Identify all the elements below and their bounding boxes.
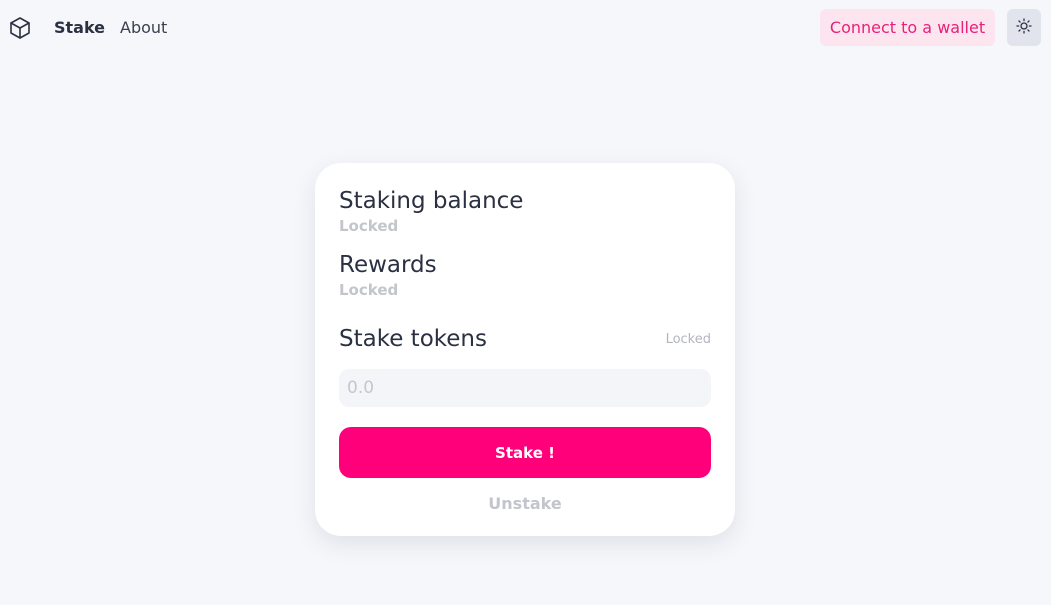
nav-link-stake[interactable]: Stake — [54, 17, 105, 39]
nav-link-about[interactable]: About — [120, 17, 167, 39]
stake-tokens-title: Stake tokens — [339, 326, 487, 352]
staking-balance-title: Staking balance — [339, 188, 524, 214]
stake-amount-input[interactable] — [339, 369, 711, 407]
connect-wallet-button[interactable]: Connect to a wallet — [820, 9, 995, 46]
cube-icon[interactable] — [8, 16, 32, 40]
unstake-button[interactable]: Unstake — [339, 491, 711, 515]
top-navbar: Stake About Connect to a wallet — [0, 0, 1051, 56]
rewards-value: Locked — [339, 281, 399, 299]
staking-balance-value: Locked — [339, 217, 399, 235]
stake-button[interactable]: Stake ! — [339, 427, 711, 478]
staking-card: Staking balance Locked Rewards Locked St… — [315, 163, 735, 536]
sun-icon — [1016, 18, 1032, 37]
rewards-title: Rewards — [339, 252, 437, 278]
stake-tokens-status: Locked — [665, 332, 711, 347]
theme-toggle-button[interactable] — [1007, 9, 1041, 46]
